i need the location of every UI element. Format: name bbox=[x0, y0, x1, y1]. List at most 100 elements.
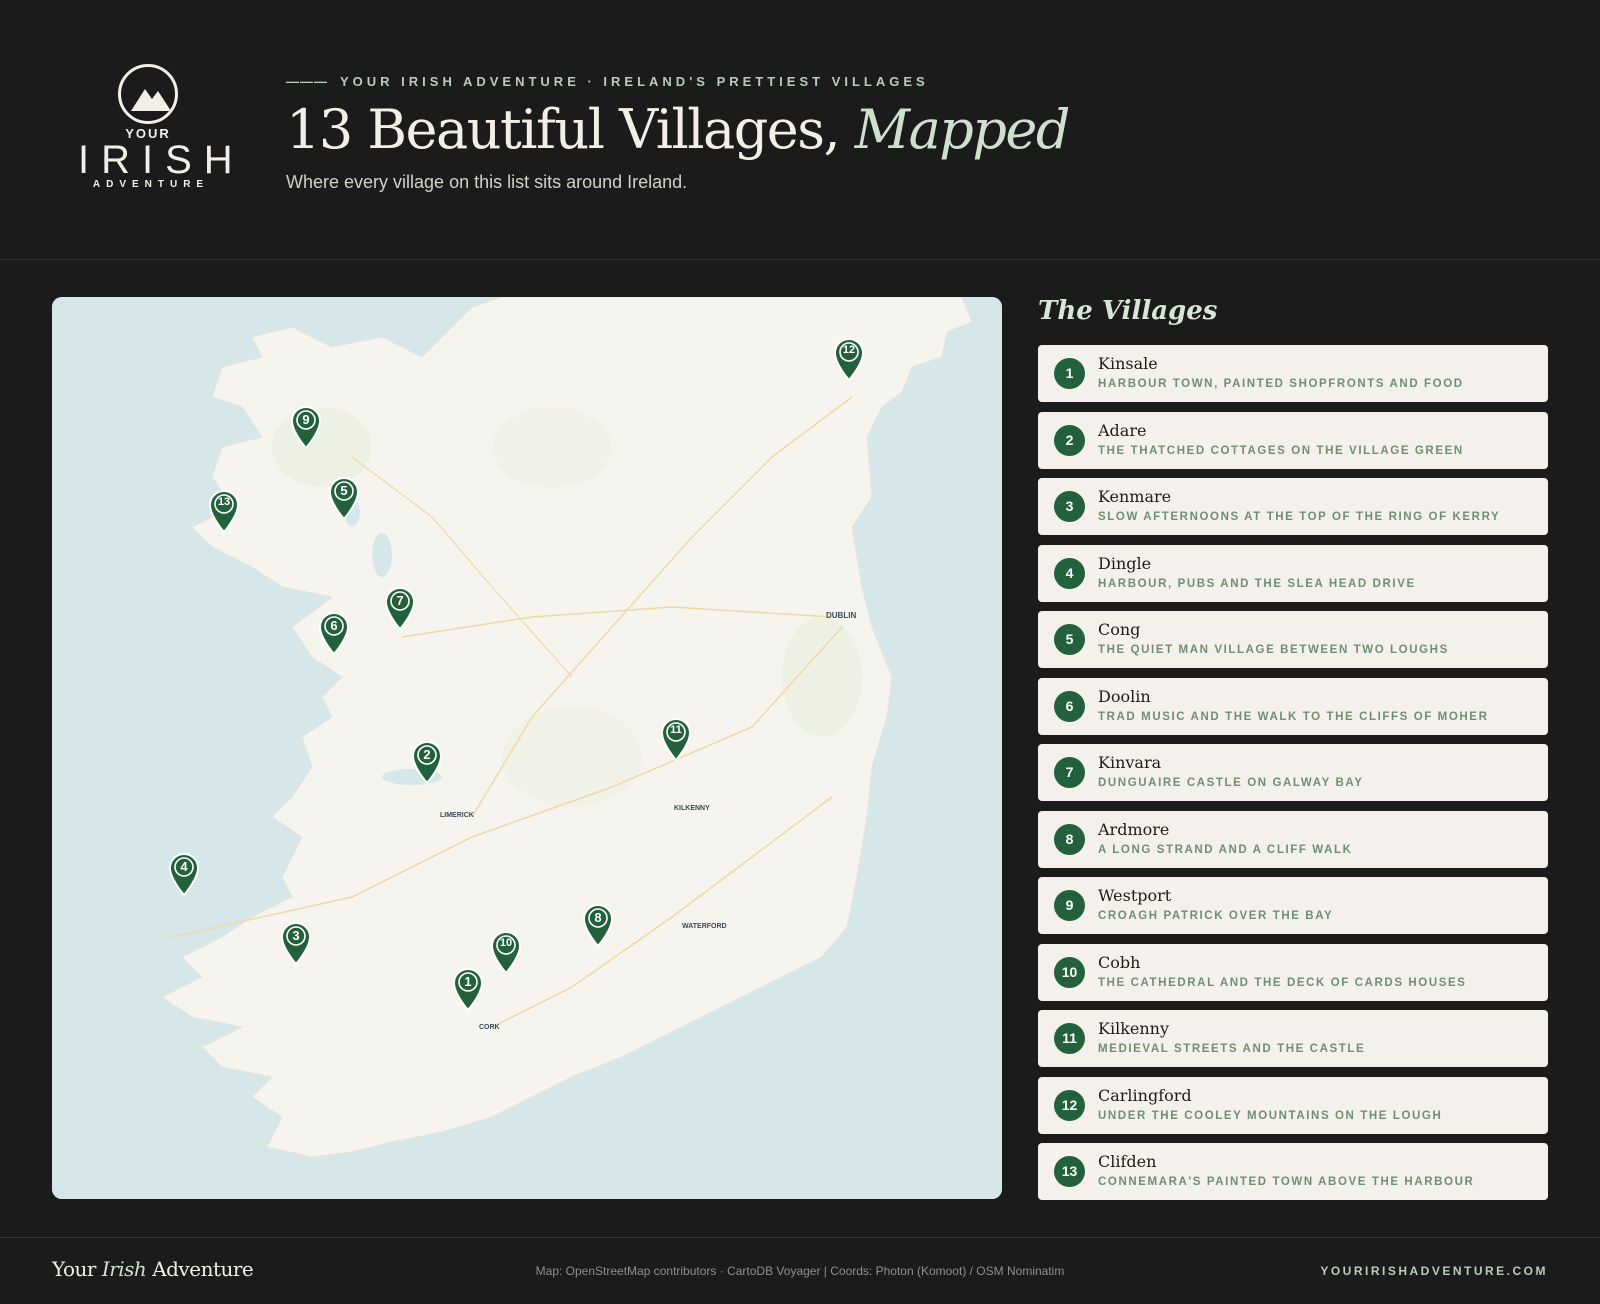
village-description: MEDIEVAL STREETS AND THE CASTLE bbox=[1098, 1043, 1366, 1055]
map-pin-number: 6 bbox=[330, 618, 338, 633]
village-number-badge: 10 bbox=[1054, 956, 1085, 988]
village-description: CONNEMARA'S PAINTED TOWN ABOVE THE HARBO… bbox=[1098, 1176, 1475, 1188]
eyebrow-dash: ——— bbox=[286, 74, 328, 89]
village-description: UNDER THE COOLEY MOUNTAINS ON THE LOUGH bbox=[1098, 1109, 1443, 1122]
map-pin-number: 12 bbox=[842, 344, 856, 356]
village-item[interactable]: 2 Adare THE THATCHED COTTAGES ON THE VILLA… bbox=[1038, 411, 1548, 469]
village-item[interactable]: 11 Kilkenny MEDIEVAL STREETS AND THE CASTL… bbox=[1038, 1010, 1548, 1067]
map-pin-icon[interactable]: 2 bbox=[410, 739, 444, 785]
village-item[interactable]: 10 Cobh THE CATHEDRAL AND THE DECK OF CARD… bbox=[1038, 943, 1548, 1001]
city-label-cork: CORK bbox=[479, 1024, 500, 1031]
eyebrow: ——— YOUR IRISH ADVENTURE · IRELAND'S PRET… bbox=[286, 74, 929, 89]
city-label-dublin: DUBLIN bbox=[826, 611, 857, 620]
village-number-badge: 6 bbox=[1054, 690, 1085, 722]
map-pin-icon[interactable]: 4 bbox=[167, 851, 201, 897]
village-number-badge: 5 bbox=[1054, 624, 1085, 655]
map-pin-icon[interactable]: 1 bbox=[451, 966, 485, 1012]
map-pin-number: 7 bbox=[396, 593, 404, 608]
village-number-badge: 8 bbox=[1054, 823, 1085, 855]
village-item[interactable]: 5 Cong THE QUIET MAN VILLAGE BETWEEN TWO L… bbox=[1038, 611, 1548, 668]
village-item[interactable]: 3 Kenmare SLOW AFTERNOONS AT THE TOP OF TH… bbox=[1038, 478, 1548, 535]
mountain-logo-icon bbox=[118, 64, 178, 124]
city-label-limerick: LIMERICK bbox=[440, 812, 474, 819]
village-name: Westport bbox=[1098, 886, 1172, 905]
title-emphasis: Mapped bbox=[854, 98, 1071, 161]
map-pin-number: 8 bbox=[594, 910, 602, 925]
village-name: Cong bbox=[1098, 620, 1141, 639]
village-item[interactable]: 8 Ardmore A LONG STRAND AND A CLIFF WALK bbox=[1038, 810, 1548, 868]
village-name: Adare bbox=[1098, 420, 1147, 440]
village-number-badge: 11 bbox=[1054, 1023, 1085, 1054]
map-pin-icon[interactable]: 5 bbox=[327, 475, 361, 521]
footer: Your Irish Adventure Map: OpenStreetMap … bbox=[0, 1237, 1600, 1304]
page-title: 13 Beautiful Villages, Mapped bbox=[286, 98, 1071, 161]
village-name: Kinvara bbox=[1098, 753, 1162, 772]
village-list: 1 Kinsale HARBOUR TOWN, PAINTED SHOPFRONTS… bbox=[1038, 345, 1548, 1210]
villages-heading: The Villages bbox=[1038, 296, 1218, 326]
village-description: CROAGH PATRICK OVER THE BAY bbox=[1098, 910, 1334, 922]
village-description: THE QUIET MAN VILLAGE BETWEEN TWO LOUGHS bbox=[1098, 644, 1449, 656]
logo-irish: IRISH bbox=[78, 138, 245, 182]
city-label-waterford: WATERFORD bbox=[682, 923, 727, 930]
map-pin-icon[interactable]: 6 bbox=[317, 610, 351, 656]
village-description: DUNGUAIRE CASTLE ON GALWAY BAY bbox=[1098, 777, 1364, 789]
village-item[interactable]: 1 Kinsale HARBOUR TOWN, PAINTED SHOPFRONTS… bbox=[1038, 345, 1548, 402]
map-pin-number: 1 bbox=[464, 974, 472, 989]
map-pin-number: 3 bbox=[292, 928, 300, 943]
village-description: SLOW AFTERNOONS AT THE TOP OF THE RING O… bbox=[1098, 511, 1501, 523]
logo[interactable]: YOUR IRISH ADVENTURE bbox=[68, 64, 245, 204]
map-pin-number: 11 bbox=[670, 724, 682, 736]
city-label-kilkenny: KILKENNY bbox=[674, 805, 710, 812]
map-pin-number: 5 bbox=[340, 483, 348, 498]
map-pin-number: 2 bbox=[423, 747, 431, 762]
village-description: A LONG STRAND AND A CLIFF WALK bbox=[1098, 843, 1353, 856]
village-number-badge: 3 bbox=[1054, 491, 1085, 522]
village-map[interactable]: DUBLIN KILKENNY WATERFORD CORK LIMERICK … bbox=[52, 297, 1002, 1199]
header: YOUR IRISH ADVENTURE ——— YOUR IRISH ADVEN… bbox=[0, 0, 1600, 260]
village-description: TRAD MUSIC AND THE WALK TO THE CLIFFS OF… bbox=[1098, 710, 1489, 723]
map-pin-number: 9 bbox=[302, 412, 310, 427]
ireland-map-graphic bbox=[52, 297, 1002, 1199]
village-name: Doolin bbox=[1098, 686, 1151, 706]
village-item[interactable]: 6 Doolin TRAD MUSIC AND THE WALK TO THE CL… bbox=[1038, 677, 1548, 735]
village-item[interactable]: 12 Carlingford UNDER THE COOLEY MOUNTAINS … bbox=[1038, 1076, 1548, 1134]
eyebrow-text: YOUR IRISH ADVENTURE · IRELAND'S PRETTIE… bbox=[340, 74, 929, 89]
village-description: THE CATHEDRAL AND THE DECK OF CARDS HOUS… bbox=[1098, 976, 1467, 989]
village-item[interactable]: 13 Clifden CONNEMARA'S PAINTED TOWN ABOVE … bbox=[1038, 1143, 1548, 1200]
map-pin-icon[interactable]: 7 bbox=[383, 585, 417, 631]
village-item[interactable]: 4 Dingle HARBOUR, PUBS AND THE SLEA HEAD D… bbox=[1038, 544, 1548, 602]
map-pin-number: 4 bbox=[180, 859, 188, 874]
village-number-badge: 7 bbox=[1054, 757, 1085, 788]
village-description: HARBOUR, PUBS AND THE SLEA HEAD DRIVE bbox=[1098, 577, 1416, 590]
village-name: Kenmare bbox=[1098, 487, 1172, 506]
village-name: Kinsale bbox=[1098, 354, 1158, 373]
village-name: Cobh bbox=[1098, 952, 1141, 972]
village-item[interactable]: 9 Westport CROAGH PATRICK OVER THE BAY bbox=[1038, 877, 1548, 934]
map-pin-icon[interactable]: 11 bbox=[659, 716, 693, 762]
map-pin-icon[interactable]: 3 bbox=[279, 920, 313, 966]
village-name: Kilkenny bbox=[1098, 1019, 1169, 1038]
map-pin-icon[interactable]: 10 bbox=[489, 929, 523, 975]
map-pin-icon[interactable]: 13 bbox=[207, 488, 241, 534]
title-main: 13 Beautiful Villages, bbox=[286, 98, 841, 161]
page-subtitle: Where every village on this list sits ar… bbox=[286, 172, 688, 192]
village-number-badge: 13 bbox=[1054, 1156, 1085, 1187]
map-pin-icon[interactable]: 12 bbox=[832, 336, 866, 382]
village-item[interactable]: 7 Kinvara DUNGUAIRE CASTLE ON GALWAY BAY bbox=[1038, 744, 1548, 801]
logo-adventure: ADVENTURE bbox=[92, 179, 210, 190]
village-number-badge: 4 bbox=[1054, 557, 1085, 589]
village-number-badge: 12 bbox=[1054, 1089, 1085, 1121]
village-name: Dingle bbox=[1098, 553, 1152, 573]
map-pin-icon[interactable]: 8 bbox=[581, 902, 615, 948]
village-number-badge: 9 bbox=[1054, 890, 1085, 921]
village-name: Carlingford bbox=[1098, 1085, 1192, 1105]
map-pin-icon[interactable]: 9 bbox=[289, 404, 323, 450]
village-description: THE THATCHED COTTAGES ON THE VILLAGE GRE… bbox=[1098, 444, 1464, 457]
village-name: Ardmore bbox=[1098, 819, 1170, 839]
map-pin-number: 10 bbox=[499, 937, 513, 949]
site-link[interactable]: YOURIRISHADVENTURE.COM bbox=[1320, 1264, 1548, 1278]
village-number-badge: 1 bbox=[1054, 358, 1085, 389]
village-description: HARBOUR TOWN, PAINTED SHOPFRONTS AND FOO… bbox=[1098, 378, 1464, 390]
village-number-badge: 2 bbox=[1054, 424, 1085, 456]
map-pin-number: 13 bbox=[217, 496, 231, 508]
